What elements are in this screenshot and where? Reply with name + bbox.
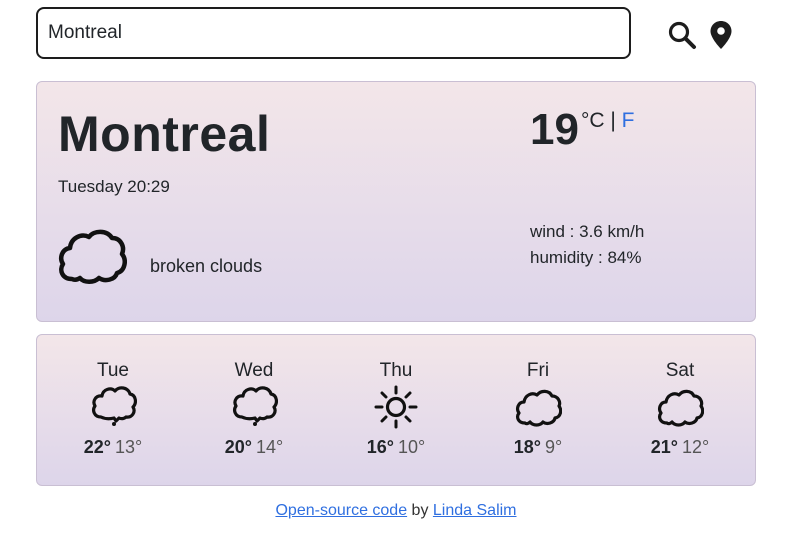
forecast-day: Thu 16° 10°	[341, 358, 451, 458]
weather-app: Montreal Tuesday 20:29 broken clouds 19 …	[0, 0, 792, 536]
fahrenheit-link[interactable]: F	[622, 109, 635, 132]
forecast-temps: 20° 14°	[199, 437, 309, 458]
forecast-day: Sat 21° 12°	[625, 358, 735, 458]
forecast-temps: 21° 12°	[625, 437, 735, 458]
forecast-min: 9°	[545, 437, 563, 457]
footer: Open-source code by Linda Salim	[0, 502, 792, 520]
cloud-icon	[233, 386, 278, 426]
forecast-day-name: Sat	[665, 360, 695, 381]
broken-clouds-icon	[658, 389, 704, 427]
forecast-min: 12°	[682, 437, 710, 457]
forecast-min: 13°	[115, 437, 143, 457]
forecast-day-name: Fri	[526, 360, 550, 381]
current-weather-card: Montreal Tuesday 20:29 broken clouds 19 …	[36, 81, 756, 322]
city-search-input[interactable]	[36, 7, 631, 59]
weather-description: broken clouds	[150, 256, 263, 276]
sun-icon	[374, 385, 418, 429]
forecast-day-name: Tue	[96, 360, 130, 381]
temperature-display: 19 °C | F	[530, 105, 634, 155]
forecast-day: Wed 20° 14°	[199, 358, 309, 458]
forecast-card: Tue 22° 13° Wed 20° 14° Thu 16° 10° Fri …	[36, 334, 756, 486]
footer-by-text: by	[407, 502, 433, 519]
weather-details: wind : 3.6 km/h humidity : 84%	[530, 219, 644, 271]
forecast-temps: 18° 9°	[483, 437, 593, 458]
forecast-day: Fri 18° 9°	[483, 358, 593, 458]
cloud-icon	[92, 386, 137, 426]
forecast-day-name: Thu	[379, 360, 413, 381]
forecast-max: 22°	[83, 437, 111, 457]
unit-separator: |	[604, 109, 622, 132]
wind-speed: wind : 3.6 km/h	[530, 222, 645, 241]
broken-clouds-icon	[516, 389, 562, 427]
unit-toggle: °C | F	[581, 109, 635, 133]
forecast-min: 10°	[398, 437, 426, 457]
forecast-max: 20°	[224, 437, 252, 457]
open-source-link[interactable]: Open-source code	[275, 502, 407, 519]
celsius-unit[interactable]: °C	[581, 109, 605, 132]
forecast-max: 18°	[513, 437, 541, 457]
broken-clouds-icon	[59, 229, 127, 284]
search-button[interactable]	[666, 18, 698, 52]
humidity: humidity : 84%	[530, 248, 642, 267]
author-link[interactable]: Linda Salim	[433, 502, 517, 519]
map-pin-icon	[710, 21, 732, 49]
city-name: Montreal	[58, 106, 271, 162]
forecast-temps: 22° 13°	[58, 437, 168, 458]
forecast-max: 16°	[366, 437, 394, 457]
forecast-min: 14°	[256, 437, 284, 457]
current-datetime: Tuesday 20:29	[58, 177, 170, 196]
forecast-day: Tue 22° 13°	[58, 358, 168, 458]
current-location-button[interactable]	[705, 18, 737, 52]
search-icon	[668, 21, 696, 49]
current-temperature: 19	[530, 105, 579, 154]
forecast-temps: 16° 10°	[341, 437, 451, 458]
forecast-max: 21°	[650, 437, 678, 457]
forecast-day-name: Wed	[234, 360, 274, 381]
